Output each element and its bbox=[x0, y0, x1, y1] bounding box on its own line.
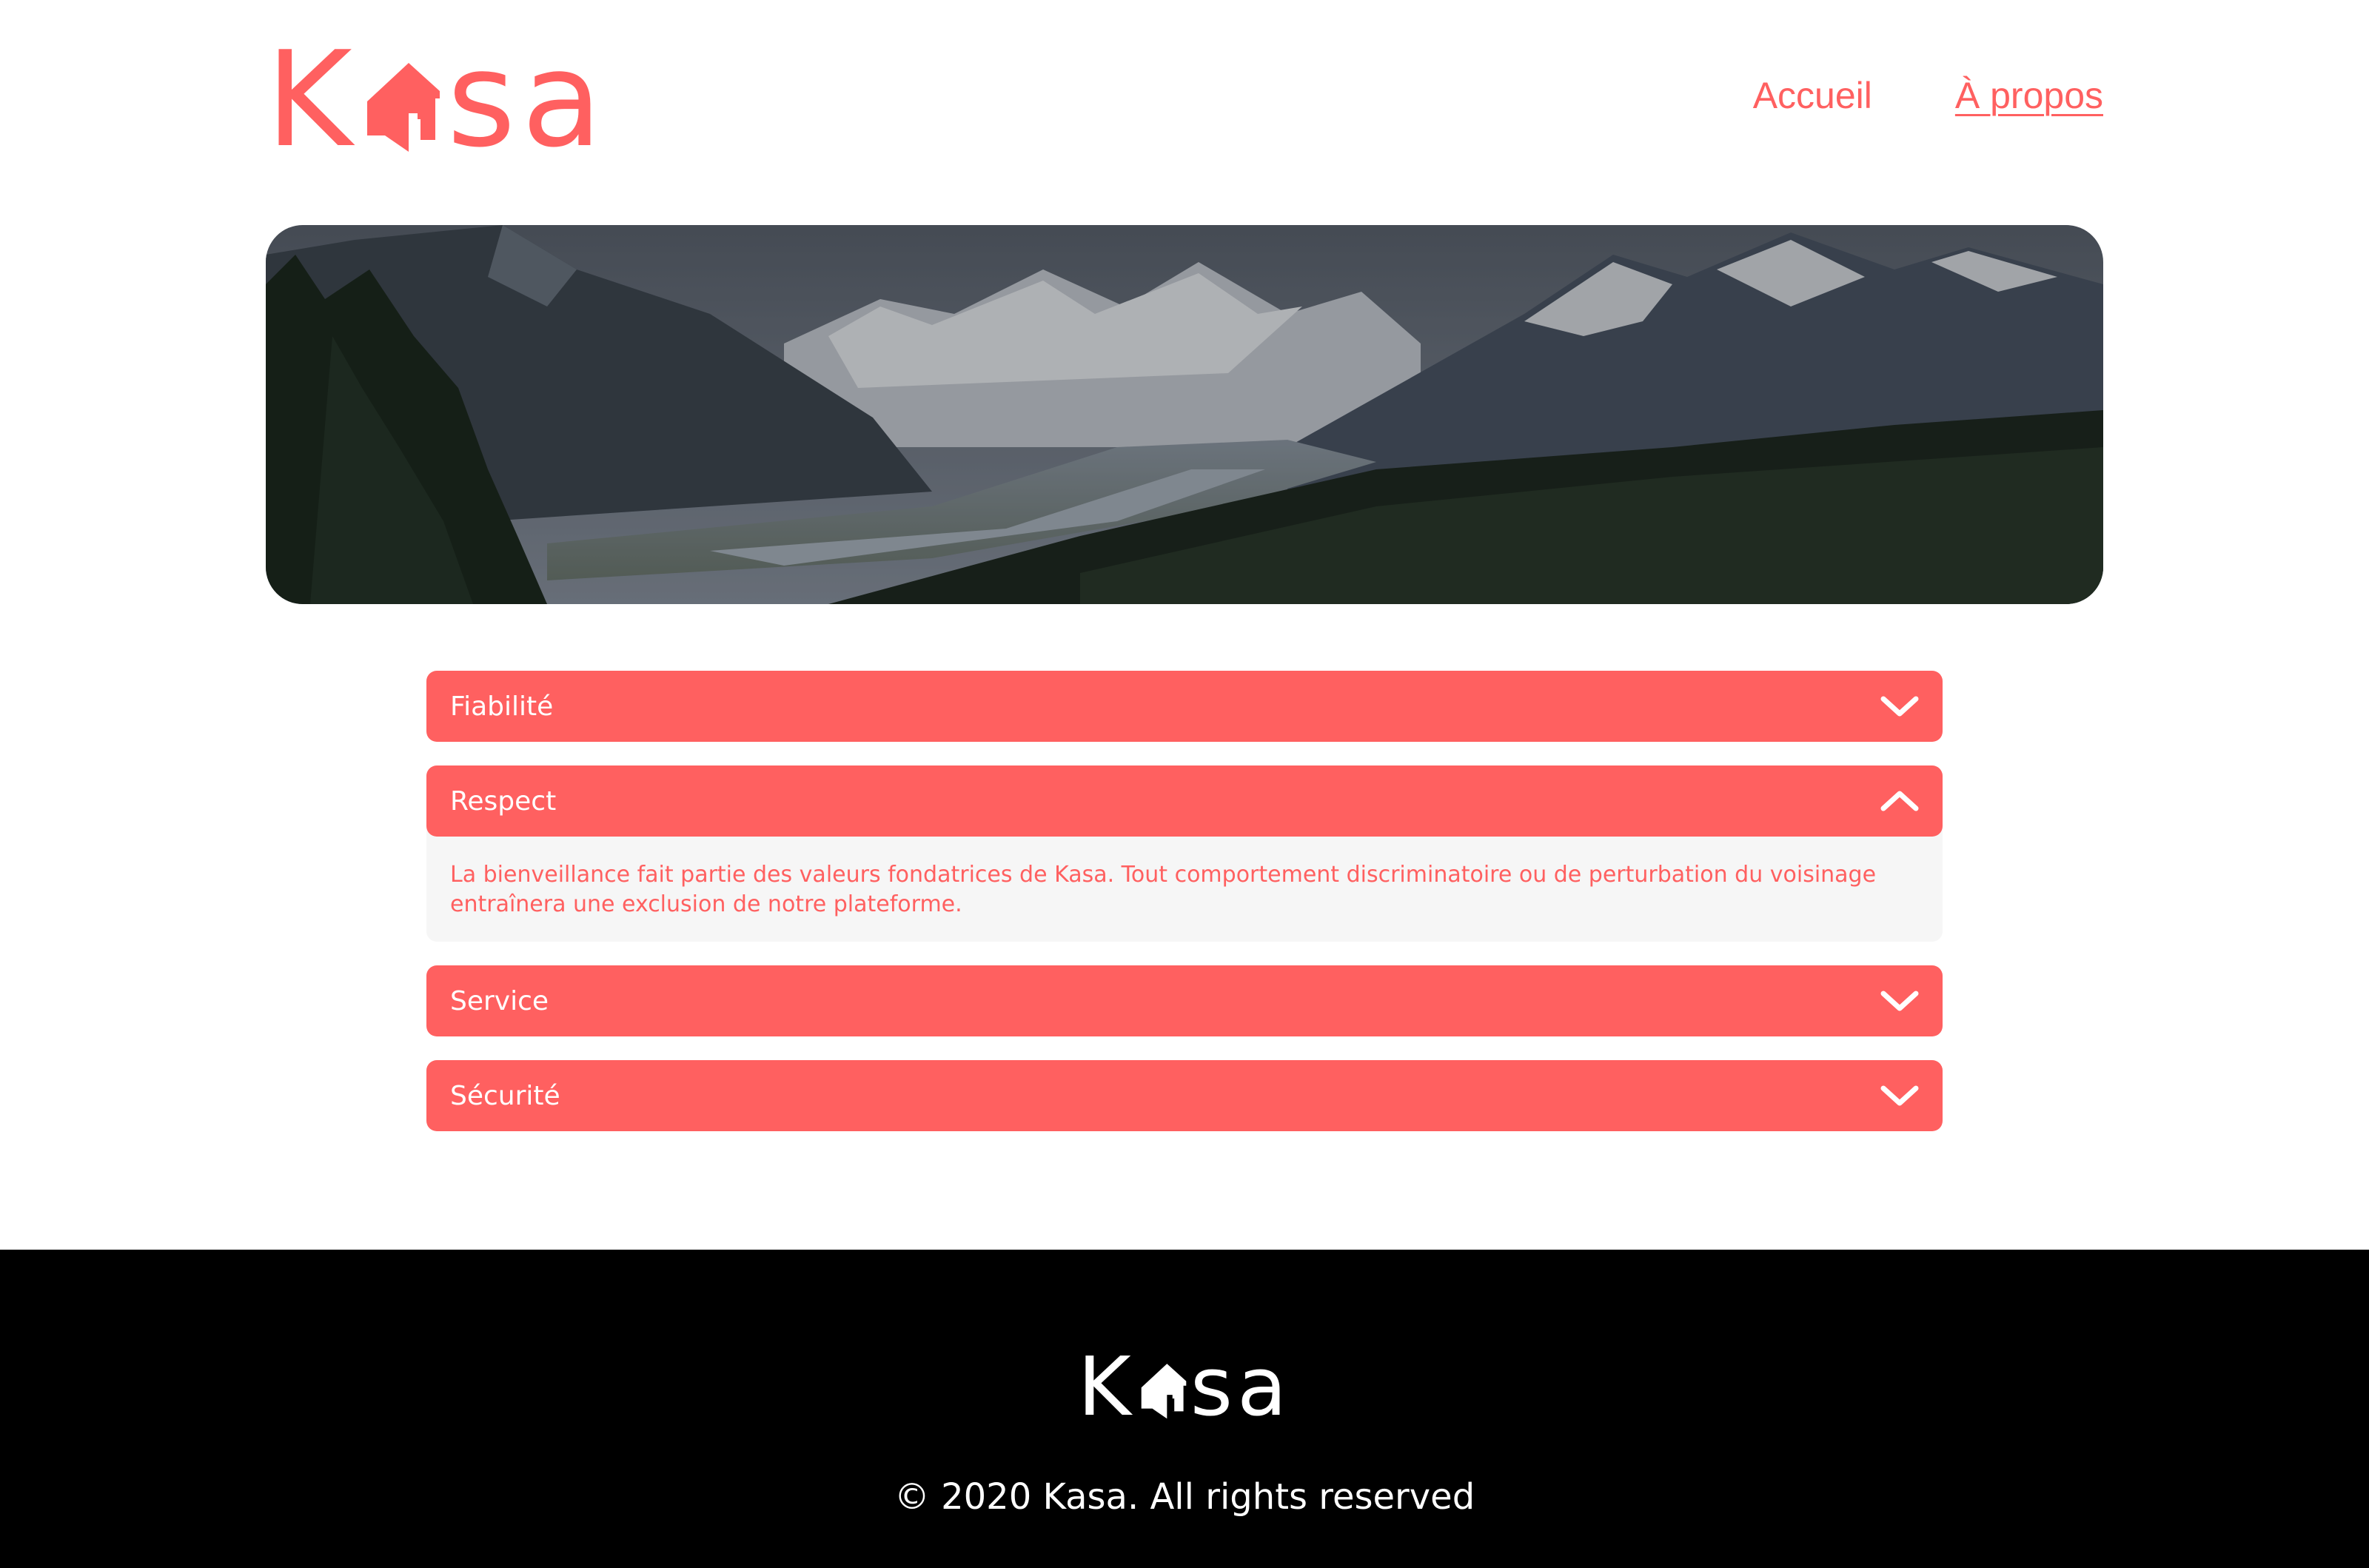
logo-letters-sa: sa bbox=[446, 23, 609, 176]
logo-wordmark: K sa bbox=[266, 34, 609, 166]
footer-logo-wordmark: K sa bbox=[1078, 1346, 1292, 1427]
accordion-header-service[interactable]: Service bbox=[426, 965, 1943, 1036]
chevron-up-icon[interactable] bbox=[1880, 789, 1919, 813]
footer: K sa © 2020 Kasa. All rights reserved bbox=[0, 1250, 2369, 1568]
accordion-item-service: Service bbox=[426, 965, 1943, 1036]
footer-logo: K sa bbox=[0, 1346, 2369, 1427]
nav-link-a-propos[interactable]: À propos bbox=[1955, 74, 2103, 117]
accordion-item-respect: Respect La bienveillance fait partie des… bbox=[426, 765, 1943, 942]
accordion-header-respect[interactable]: Respect bbox=[426, 765, 1943, 837]
logo[interactable]: K sa bbox=[266, 34, 603, 166]
values-accordion: Fiabilité Respect La bienveillance fait … bbox=[426, 671, 1943, 1155]
accordion-header-fiabilite[interactable]: Fiabilité bbox=[426, 671, 1943, 742]
house-icon bbox=[366, 63, 440, 152]
copyright-text: © 2020 Kasa. All rights reserved bbox=[894, 1476, 1475, 1518]
house-icon bbox=[1141, 1364, 1186, 1419]
chevron-down-icon[interactable] bbox=[1880, 1084, 1919, 1108]
accordion-title: Fiabilité bbox=[450, 691, 554, 722]
accordion-item-fiabilite: Fiabilité bbox=[426, 671, 1943, 742]
accordion-item-securite: Sécurité bbox=[426, 1060, 1943, 1131]
header: K sa Accueil À propos bbox=[266, 34, 2103, 166]
logo-letter-k: K bbox=[1077, 1339, 1136, 1434]
main-nav: Accueil À propos bbox=[1753, 74, 2103, 117]
accordion-title: Service bbox=[450, 985, 549, 1016]
chevron-down-icon[interactable] bbox=[1880, 694, 1919, 718]
chevron-down-icon[interactable] bbox=[1880, 989, 1919, 1013]
accordion-title: Sécurité bbox=[450, 1080, 560, 1111]
accordion-text: La bienveillance fait partie des valeurs… bbox=[450, 862, 1877, 917]
accordion-header-securite[interactable]: Sécurité bbox=[426, 1060, 1943, 1131]
logo-letters-sa: sa bbox=[1190, 1339, 1292, 1434]
page: K sa Accueil À propos Fiabilité Respect … bbox=[0, 0, 2369, 1568]
nav-link-accueil[interactable]: Accueil bbox=[1753, 74, 1872, 117]
accordion-title: Respect bbox=[450, 785, 557, 817]
accordion-content-respect: La bienveillance fait partie des valeurs… bbox=[426, 826, 1943, 942]
logo-letter-k: K bbox=[266, 23, 358, 176]
mountain-landscape-image bbox=[266, 225, 2103, 604]
banner-image bbox=[266, 225, 2103, 604]
